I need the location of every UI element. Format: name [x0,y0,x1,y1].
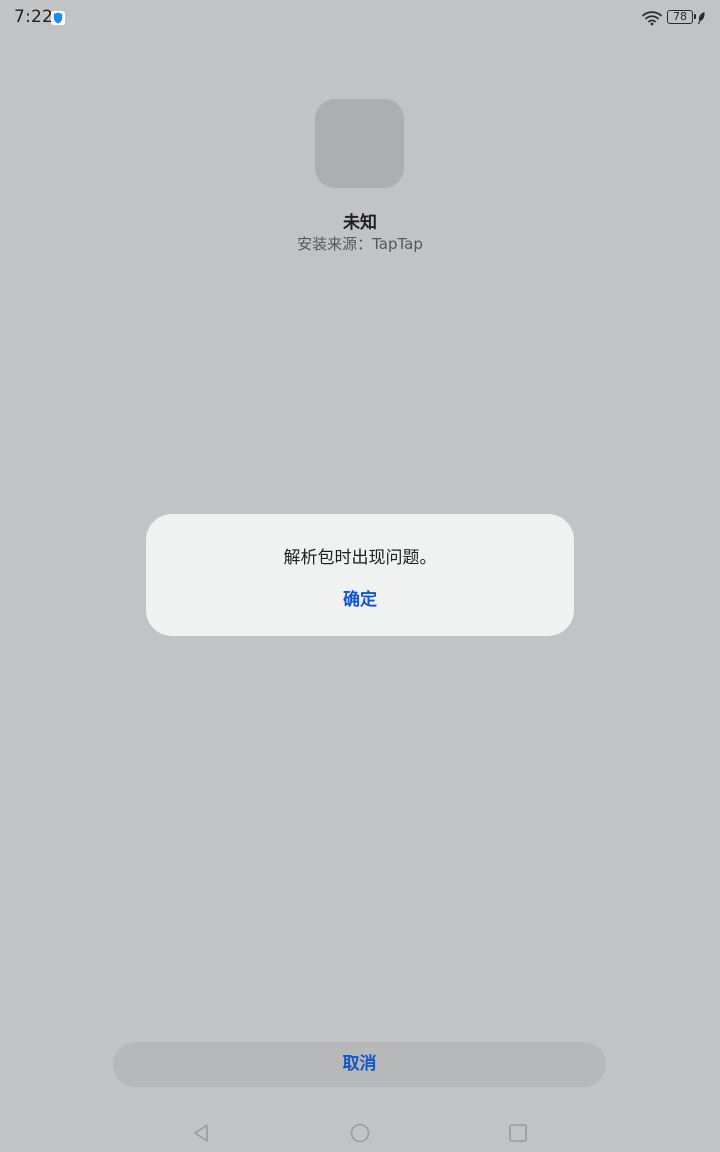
back-icon[interactable] [191,1122,213,1148]
wifi-icon [641,9,663,30]
battery-level: 78 [673,10,687,23]
ok-button[interactable]: 确定 [146,585,574,610]
home-icon[interactable] [349,1122,371,1148]
status-bar: 7:22 78 [0,0,720,36]
navigation-bar [0,1112,720,1152]
battery-icon: 78 [667,10,696,24]
recents-icon[interactable] [507,1122,529,1148]
shield-notification-icon [51,11,65,25]
install-source: 安装来源：TapTap [297,235,423,253]
app-name: 未知 [343,213,377,233]
cancel-button[interactable]: 取消 [113,1042,606,1087]
app-placeholder-icon [315,99,404,188]
dialog-message: 解析包时出现问题。 [283,548,437,568]
status-time: 7:22 [14,7,53,27]
error-dialog: 解析包时出现问题。 确定 [146,514,574,636]
power-saving-leaf-icon [697,10,706,29]
